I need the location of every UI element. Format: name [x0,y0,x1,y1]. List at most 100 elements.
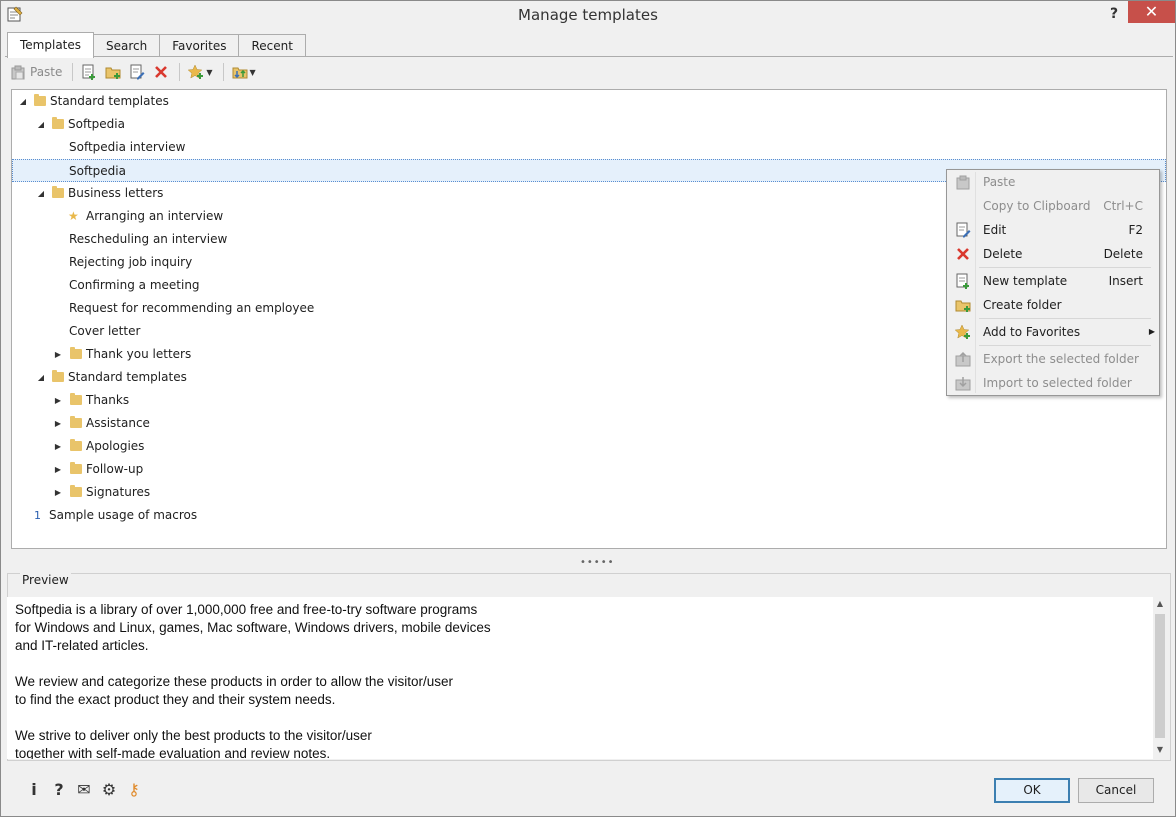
folder-icon [70,416,82,428]
tab-recent[interactable]: Recent [238,34,306,57]
expand-arrow-icon[interactable]: ▶ [53,458,63,481]
create-folder-icon [955,300,971,312]
menu-item-label: Edit [983,223,1007,237]
expand-arrow-icon[interactable]: ▶ [53,412,63,435]
create-folder-button[interactable] [102,61,124,83]
cancel-button[interactable]: Cancel [1078,778,1154,803]
close-button[interactable]: ✕ [1128,1,1175,23]
edit-icon [956,222,971,238]
expand-arrow-icon[interactable]: ▶ [53,343,63,366]
title-bar: Manage templates ? ✕ [1,1,1175,29]
preview-text-area[interactable]: Softpedia is a library of over 1,000,000… [7,597,1153,759]
chevron-down-icon: ▼ [206,67,213,77]
tree-node-label: Rescheduling an interview [69,232,228,246]
edit-button[interactable] [126,61,148,83]
macro-badge: 1 [34,509,41,522]
menu-item-edit[interactable]: Edit F2 [949,219,1157,241]
tree-node-label: Thanks [86,393,130,407]
menu-item-paste[interactable]: Paste [949,171,1157,193]
tree-node-follow-up[interactable]: ▶ Follow-up [12,458,1166,481]
collapse-arrow-icon[interactable]: ◢ [36,366,46,389]
collapse-arrow-icon[interactable]: ◢ [36,113,46,136]
splitter-grip[interactable]: ••••• [580,557,615,568]
menu-item-label: Create folder [983,298,1062,312]
menu-item-label: Import to selected folder [983,376,1132,390]
favorites-dropdown-button[interactable]: ▼ [185,61,215,83]
menu-item-shortcut: Delete [1103,247,1143,261]
menu-item-export-folder[interactable]: Export the selected folder [949,348,1157,370]
new-template-button[interactable] [78,61,100,83]
scroll-up-arrow-icon[interactable]: ▲ [1153,599,1167,608]
tab-search[interactable]: Search [93,34,161,57]
chevron-down-icon: ▼ [249,67,256,77]
settings-icon[interactable]: ⚙ [98,781,120,799]
menu-item-copy-to-clipboard[interactable]: Copy to Clipboard Ctrl+C [949,195,1157,217]
new-template-icon [82,64,96,80]
menu-item-create-folder[interactable]: Create folder [949,294,1157,316]
new-template-icon [956,273,969,289]
delete-icon [957,248,969,260]
tree-node-label: Standard templates [68,370,187,384]
help-button[interactable]: ? [1104,3,1124,25]
menu-item-shortcut: Insert [1108,274,1143,288]
tree-node-signatures[interactable]: ▶ Signatures [12,481,1166,504]
menu-item-new-template[interactable]: New template Insert [949,270,1157,292]
scrollbar-thumb[interactable] [1155,614,1165,738]
menu-item-add-to-favorites[interactable]: Add to Favorites ▶ [949,321,1157,343]
tree-node-label: Rejecting job inquiry [69,255,193,269]
tab-favorites[interactable]: Favorites [159,34,240,57]
scroll-down-arrow-icon[interactable]: ▼ [1153,745,1167,754]
tab-templates[interactable]: Templates [7,32,95,58]
folder-icon [70,347,82,359]
context-menu: Paste Copy to Clipboard Ctrl+C Edit F2 D… [946,169,1160,396]
menu-item-label: Add to Favorites [983,325,1081,339]
import-export-icon [232,67,248,79]
create-folder-icon [105,67,121,79]
import-export-dropdown-button[interactable]: ▼ [229,61,259,83]
delete-button[interactable] [150,61,172,83]
tree-node-label: Sample usage of macros [49,508,198,522]
tree-node-label: Softpedia [69,164,126,178]
import-icon [955,377,971,391]
info-icon[interactable]: i [23,781,45,799]
favorites-icon [955,324,970,339]
mail-icon[interactable]: ✉ [73,781,95,799]
expand-arrow-icon[interactable]: ▶ [53,389,63,412]
collapse-arrow-icon[interactable]: ◢ [36,182,46,205]
tree-node-label: Thank you letters [86,347,192,361]
expand-arrow-icon[interactable]: ▶ [53,481,63,504]
tree-node-label: Softpedia interview [69,140,186,154]
folder-icon [34,94,46,106]
tree-node-softpedia-folder[interactable]: ◢ Softpedia [12,113,1166,136]
key-icon[interactable]: ⚷ [123,781,145,799]
preview-scrollbar[interactable]: ▲ ▼ [1153,597,1167,759]
tree-node-assistance[interactable]: ▶ Assistance [12,412,1166,435]
tree-node-label: Follow-up [86,462,144,476]
tree-node-label: Confirming a meeting [69,278,200,292]
tree-node-label: Assistance [86,416,150,430]
menu-item-import-folder[interactable]: Import to selected folder [949,372,1157,394]
tree-node-standard-templates[interactable]: ◢ Standard templates [12,90,1166,113]
toolbar-separator [179,63,181,81]
preview-legend: Preview [20,573,71,587]
ok-button[interactable]: OK [994,778,1070,803]
menu-item-delete[interactable]: Delete Delete [949,243,1157,265]
folder-icon [52,370,64,382]
tree-node-macro[interactable]: 1 Sample usage of macros [12,504,1166,527]
tree-node-label: Apologies [86,439,145,453]
paste-button[interactable]: Paste [7,61,65,83]
submenu-arrow-icon: ▶ [1148,327,1155,336]
tree-node-apologies[interactable]: ▶ Apologies [12,435,1166,458]
toolbar: Paste ▼ ▼ [7,59,1167,85]
expand-arrow-icon[interactable]: ▶ [53,435,63,458]
menu-item-shortcut: Ctrl+C [1103,199,1143,213]
paste-icon [11,65,25,80]
collapse-arrow-icon[interactable]: ◢ [18,90,28,113]
tab-strip: Templates Search Favorites Recent [7,32,306,58]
tree-node-label: Cover letter [69,324,141,338]
footer-icon-bar: i ? ✉ ⚙ ⚷ [23,781,148,799]
menu-item-shortcut: F2 [1128,223,1143,237]
tree-node-template[interactable]: Softpedia interview [12,136,1166,159]
help-icon[interactable]: ? [48,781,70,799]
menu-item-label: Copy to Clipboard [983,199,1091,213]
